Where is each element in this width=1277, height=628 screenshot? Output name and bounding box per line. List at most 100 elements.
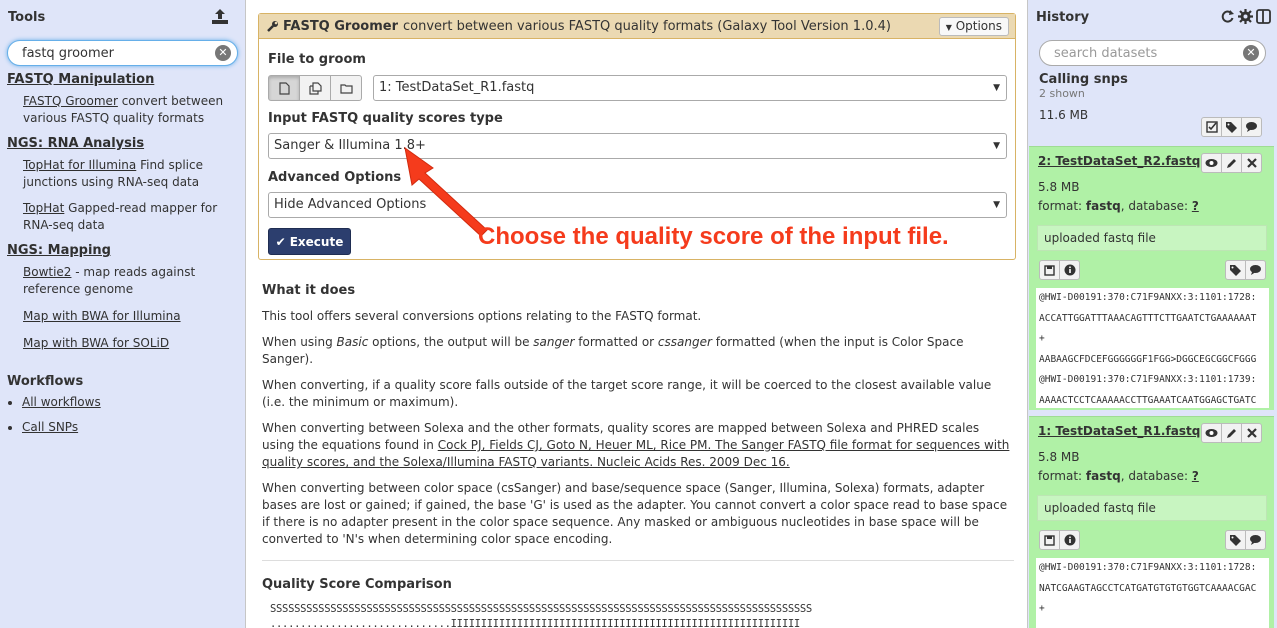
clear-search-icon[interactable]: ✕ bbox=[215, 45, 231, 61]
dataset-primary-actions bbox=[1039, 260, 1080, 280]
dataset-secondary-actions bbox=[1225, 530, 1266, 550]
annotation-text: Choose the quality score of the input fi… bbox=[478, 223, 949, 250]
delete-icon[interactable] bbox=[1241, 423, 1262, 443]
tool-search[interactable]: ✕ bbox=[7, 40, 238, 66]
database-value[interactable]: ? bbox=[1192, 199, 1199, 213]
section-fastq-manipulation: FASTQ Manipulation FASTQ Groomer convert… bbox=[0, 72, 245, 127]
tool-link[interactable]: Bowtie2 bbox=[23, 265, 71, 279]
upload-icon[interactable] bbox=[210, 7, 230, 25]
tool-link[interactable]: FASTQ Groomer bbox=[23, 94, 118, 108]
advanced-select[interactable]: Hide Advanced Options ▼ bbox=[268, 192, 1007, 218]
quality-label: Input FASTQ quality scores type bbox=[268, 111, 503, 126]
dataset-title[interactable]: 1: TestDataSet_R1.fastq bbox=[1038, 424, 1200, 438]
dataset-primary-actions bbox=[1039, 530, 1080, 550]
peek-line: + bbox=[1039, 333, 1045, 344]
folder-icon bbox=[339, 83, 353, 94]
columns-icon[interactable] bbox=[1256, 9, 1271, 24]
dataset-actions bbox=[1201, 153, 1262, 173]
quality-chart-line: ..............................IIIIIIIIII… bbox=[270, 618, 800, 628]
file-select[interactable]: 1: TestDataSet_R1.fastq ▼ bbox=[373, 75, 1007, 101]
tool-search-input[interactable] bbox=[8, 41, 237, 65]
dataset-title[interactable]: 2: TestDataSet_R2.fastq bbox=[1038, 154, 1200, 168]
section-title[interactable]: NGS: Mapping bbox=[7, 243, 238, 258]
dataset-format: format: fastq, database: ? bbox=[1038, 199, 1199, 213]
tool-tophat[interactable]: TopHat Gapped-read mapper for RNA-seq da… bbox=[23, 200, 238, 234]
annotation-icon[interactable] bbox=[1241, 117, 1262, 137]
history-actions bbox=[1220, 9, 1271, 24]
peek-line: ACCATTGGATTTAAACAGTTTCTTGAATCTGAAAAAAT bbox=[1039, 312, 1257, 324]
section-title[interactable]: NGS: RNA Analysis bbox=[7, 136, 238, 151]
input-mode-buttons bbox=[268, 75, 362, 101]
tool-fastq-groomer[interactable]: FASTQ Groomer convert between various FA… bbox=[23, 93, 238, 127]
refresh-icon[interactable] bbox=[1220, 9, 1235, 24]
database-value[interactable]: ? bbox=[1192, 469, 1199, 483]
annotation-icon[interactable] bbox=[1245, 260, 1266, 280]
save-icon[interactable] bbox=[1039, 260, 1060, 280]
eye-icon[interactable] bbox=[1201, 423, 1222, 443]
check-icon: ✔ bbox=[275, 234, 286, 249]
eye-icon[interactable] bbox=[1201, 153, 1222, 173]
caret-down-icon: ▼ bbox=[945, 23, 952, 32]
section-ngs-rna: NGS: RNA Analysis TopHat for Illumina Fi… bbox=[0, 136, 245, 234]
tags-icon[interactable] bbox=[1221, 117, 1242, 137]
dataset-peek: @HWI-D00191:370:C71F9ANXX:3:1101:1728: NA… bbox=[1036, 558, 1269, 628]
text: cssanger bbox=[657, 335, 712, 349]
caret-down-icon: ▼ bbox=[993, 83, 1000, 93]
pencil-icon[interactable] bbox=[1221, 423, 1242, 443]
help-p3: When converting, if a quality score fall… bbox=[262, 378, 992, 409]
info-icon[interactable] bbox=[1059, 530, 1080, 550]
peek-line: @HWI-D00191:370:C71F9ANXX:3:1101:1739: bbox=[1039, 374, 1257, 385]
multiple-datasets-button[interactable] bbox=[299, 75, 331, 101]
text: , database: bbox=[1120, 469, 1192, 483]
history-name[interactable]: Calling snps bbox=[1028, 72, 1277, 87]
delete-icon[interactable] bbox=[1241, 153, 1262, 173]
tool-bowtie2[interactable]: Bowtie2 - map reads against reference ge… bbox=[23, 264, 238, 298]
text: format: bbox=[1038, 469, 1086, 483]
dataset-info: uploaded fastq file bbox=[1037, 495, 1267, 521]
quality-heading: Quality Score Comparison bbox=[262, 577, 452, 592]
quality-select[interactable]: Sanger & Illumina 1.8+ ▼ bbox=[268, 133, 1007, 159]
execute-label: Execute bbox=[289, 234, 344, 249]
annotation-icon[interactable] bbox=[1245, 530, 1266, 550]
tags-icon[interactable] bbox=[1225, 260, 1246, 280]
history-panel: History ✕ Calling snps 2 shown 11.6 MB 2… bbox=[1027, 0, 1277, 628]
pencil-icon[interactable] bbox=[1221, 153, 1242, 173]
clear-search-icon[interactable]: ✕ bbox=[1243, 45, 1259, 61]
tool-link[interactable]: TopHat bbox=[23, 201, 64, 215]
tool-link[interactable]: Map with BWA for SOLiD bbox=[23, 336, 169, 350]
tool-link[interactable]: TopHat for Illumina bbox=[23, 158, 136, 172]
tool-link[interactable]: Map with BWA for Illumina bbox=[23, 309, 181, 323]
collection-button[interactable] bbox=[330, 75, 362, 101]
help-p1: This tool offers several conversions opt… bbox=[262, 309, 702, 323]
tool-form-header: FASTQ Groomer convert between various FA… bbox=[259, 14, 1015, 39]
workflow-all[interactable]: All workflows bbox=[22, 395, 238, 409]
tool-tophat-illumina[interactable]: TopHat for Illumina Find splice junction… bbox=[23, 157, 238, 191]
file-icon bbox=[278, 81, 290, 95]
advanced-label: Advanced Options bbox=[268, 170, 402, 185]
options-button[interactable]: ▼ Options bbox=[938, 17, 1009, 36]
info-icon[interactable] bbox=[1059, 260, 1080, 280]
section-ngs-mapping: NGS: Mapping Bowtie2 - map reads against… bbox=[0, 243, 245, 352]
text: formatted or bbox=[574, 335, 658, 349]
section-title[interactable]: FASTQ Manipulation bbox=[7, 72, 238, 87]
history-search-input[interactable] bbox=[1040, 41, 1265, 65]
select-all-icon[interactable] bbox=[1201, 117, 1222, 137]
caret-down-icon: ▼ bbox=[993, 200, 1000, 210]
dataset-size: 5.8 MB bbox=[1038, 450, 1080, 464]
tool-panel: Tools ✕ FASTQ Manipulation FASTQ Groomer… bbox=[0, 0, 246, 628]
gear-icon[interactable] bbox=[1238, 9, 1253, 24]
tool-bwa-solid[interactable]: Map with BWA for SOLiD bbox=[23, 335, 238, 352]
tool-bwa-illumina[interactable]: Map with BWA for Illumina bbox=[23, 308, 238, 325]
history-search[interactable]: ✕ bbox=[1039, 40, 1266, 66]
format-value: fastq bbox=[1085, 199, 1121, 213]
execute-button[interactable]: ✔ Execute bbox=[268, 228, 351, 255]
text: options, the output will be bbox=[368, 335, 534, 349]
text: Basic bbox=[336, 335, 369, 349]
tags-icon[interactable] bbox=[1225, 530, 1246, 550]
workflow-call-snps[interactable]: Call SNPs bbox=[22, 420, 238, 434]
text: sanger bbox=[533, 335, 575, 349]
save-icon[interactable] bbox=[1039, 530, 1060, 550]
single-dataset-button[interactable] bbox=[268, 75, 300, 101]
dataset-peek: @HWI-D00191:370:C71F9ANXX:3:1101:1728: AC… bbox=[1036, 288, 1269, 408]
dataset-item: 1: TestDataSet_R1.fastq 5.8 MB format: f… bbox=[1029, 416, 1274, 628]
